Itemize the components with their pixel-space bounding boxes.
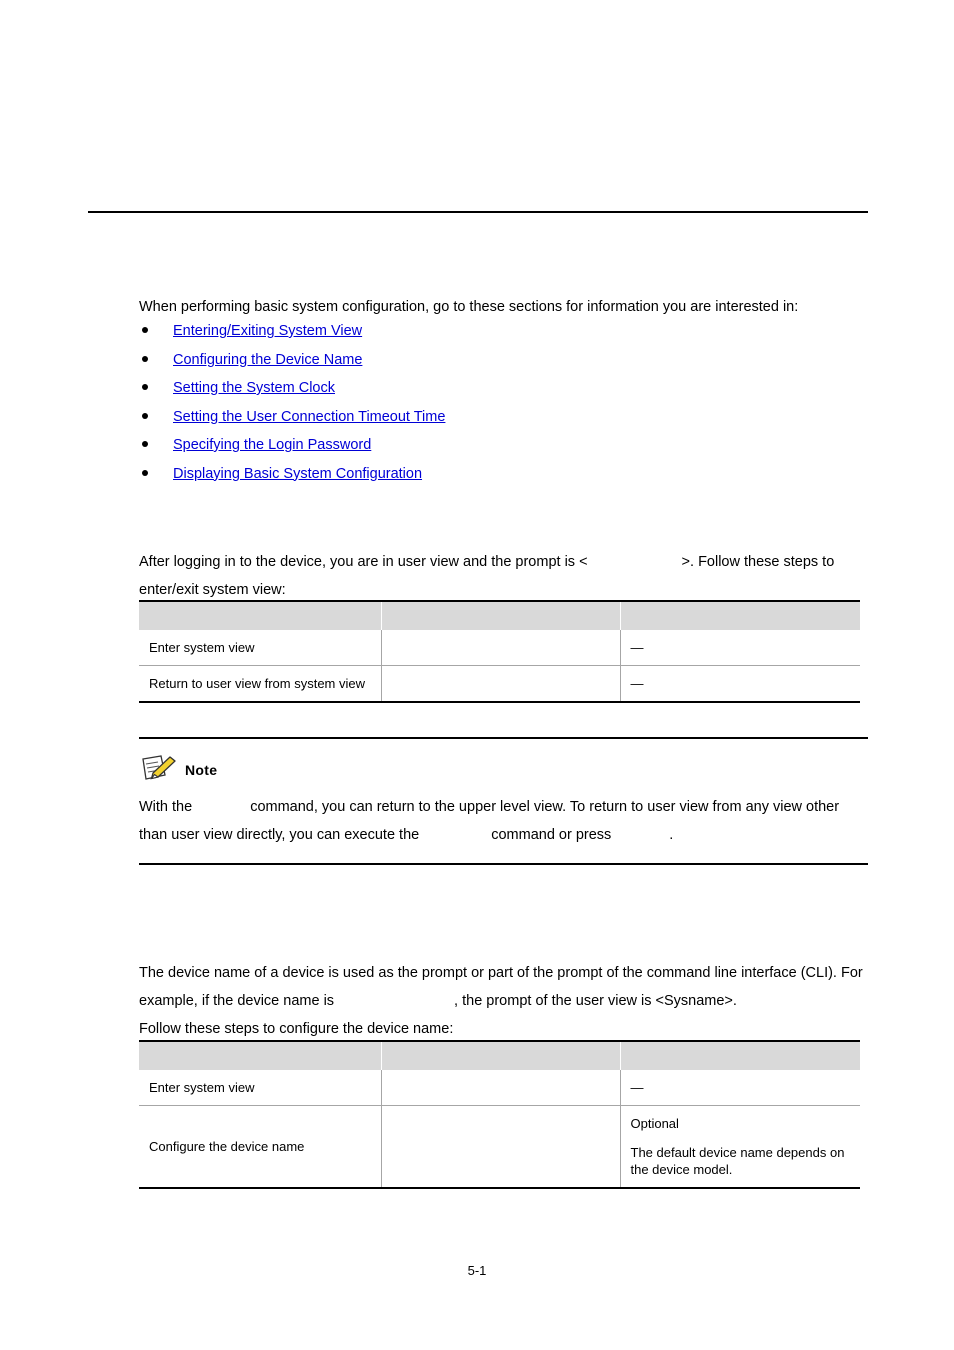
bullet-icon xyxy=(142,384,148,390)
table-enter-exit-system-view: Enter system view — Return to user view … xyxy=(139,600,860,703)
column-header-operation xyxy=(139,601,382,630)
device-name-paragraph: The device name of a device is used as t… xyxy=(139,959,868,1043)
list-item[interactable]: Entering/Exiting System View xyxy=(139,321,868,350)
remark-line: The default device name depends on the d… xyxy=(630,1145,845,1177)
table-row: Return to user view from system view — xyxy=(139,665,860,703)
remark-line: — xyxy=(630,676,644,691)
note-text-part2: command, you can return to the upper lev… xyxy=(139,799,840,843)
table-row: Configure the device name Optional The d… xyxy=(139,1105,860,1189)
cell-remarks: — xyxy=(620,1070,860,1106)
cell-operation: Configure the device name xyxy=(139,1105,382,1189)
cell-remarks: Optional The default device name depends… xyxy=(620,1105,860,1189)
table-configure-device-name: Enter system view — Configure the device… xyxy=(139,1040,860,1189)
note-callout: Note With the command, you can return to … xyxy=(139,737,868,865)
table-header-row xyxy=(139,601,860,630)
page-header-rule xyxy=(88,211,868,213)
link-specifying-the-login-password[interactable]: Specifying the Login Password xyxy=(173,437,371,453)
note-pencil-icon xyxy=(139,753,179,788)
document-page: When performing basic system configurati… xyxy=(0,0,954,1350)
cell-remarks: — xyxy=(620,665,860,703)
remark-line: — xyxy=(630,1080,644,1095)
column-header-command xyxy=(381,601,621,630)
column-header-remarks xyxy=(620,601,860,630)
section-link-list: Entering/Exiting System View Configuring… xyxy=(139,321,868,492)
cell-operation: Enter system view xyxy=(139,630,382,666)
link-configuring-the-device-name[interactable]: Configuring the Device Name xyxy=(173,352,362,368)
link-setting-the-user-connection-timeout-time[interactable]: Setting the User Connection Timeout Time xyxy=(173,409,445,425)
page-number: 5-1 xyxy=(467,1263,487,1278)
link-setting-the-system-clock[interactable]: Setting the System Clock xyxy=(173,380,335,396)
cell-remarks: — xyxy=(620,630,860,666)
cell-operation: Enter system view xyxy=(139,1070,382,1106)
bullet-icon xyxy=(142,469,148,476)
table-row: Enter system view — xyxy=(139,1070,860,1106)
column-header-operation xyxy=(139,1041,382,1070)
note-text-part1: With the xyxy=(139,799,193,815)
note-body: With the command, you can return to the u… xyxy=(139,793,868,849)
intro-lead-in-paragraph: When performing basic system configurati… xyxy=(139,299,799,315)
device-name-paragraph-part2: , the prompt of the user view is <Sysnam… xyxy=(454,993,737,1009)
cell-command xyxy=(381,630,621,666)
table-header-row xyxy=(139,1041,860,1070)
column-header-remarks xyxy=(620,1041,860,1070)
remark-line: Optional xyxy=(630,1116,679,1131)
link-entering-exiting-system-view[interactable]: Entering/Exiting System View xyxy=(173,323,362,339)
bullet-icon xyxy=(142,412,148,419)
column-header-command xyxy=(381,1041,621,1070)
note-text-part3: command or press xyxy=(491,827,612,843)
list-item[interactable]: Setting the System Clock xyxy=(139,378,868,407)
cell-command xyxy=(381,665,621,703)
entering-exiting-paragraph: After logging in to the device, you are … xyxy=(139,548,868,604)
bullet-icon xyxy=(142,441,148,447)
note-title: Note xyxy=(185,762,218,778)
remark-line: — xyxy=(630,640,644,655)
table-row: Enter system view — xyxy=(139,630,860,666)
note-header: Note xyxy=(139,753,868,788)
bullet-icon xyxy=(142,355,148,362)
cell-command xyxy=(381,1105,621,1189)
entering-paragraph-part1: After logging in to the device, you are … xyxy=(139,554,588,570)
list-item[interactable]: Setting the User Connection Timeout Time xyxy=(139,407,868,436)
list-item[interactable]: Specifying the Login Password xyxy=(139,435,868,464)
link-displaying-basic-system-configuration[interactable]: Displaying Basic System Configuration xyxy=(173,466,422,482)
device-name-paragraph-part3: Follow these steps to configure the devi… xyxy=(139,1021,454,1037)
cell-operation: Return to user view from system view xyxy=(139,665,382,703)
list-item[interactable]: Displaying Basic System Configuration xyxy=(139,464,868,493)
bullet-icon xyxy=(142,327,148,333)
cell-command xyxy=(381,1070,621,1106)
list-item[interactable]: Configuring the Device Name xyxy=(139,350,868,379)
note-text-part4: . xyxy=(669,827,674,843)
